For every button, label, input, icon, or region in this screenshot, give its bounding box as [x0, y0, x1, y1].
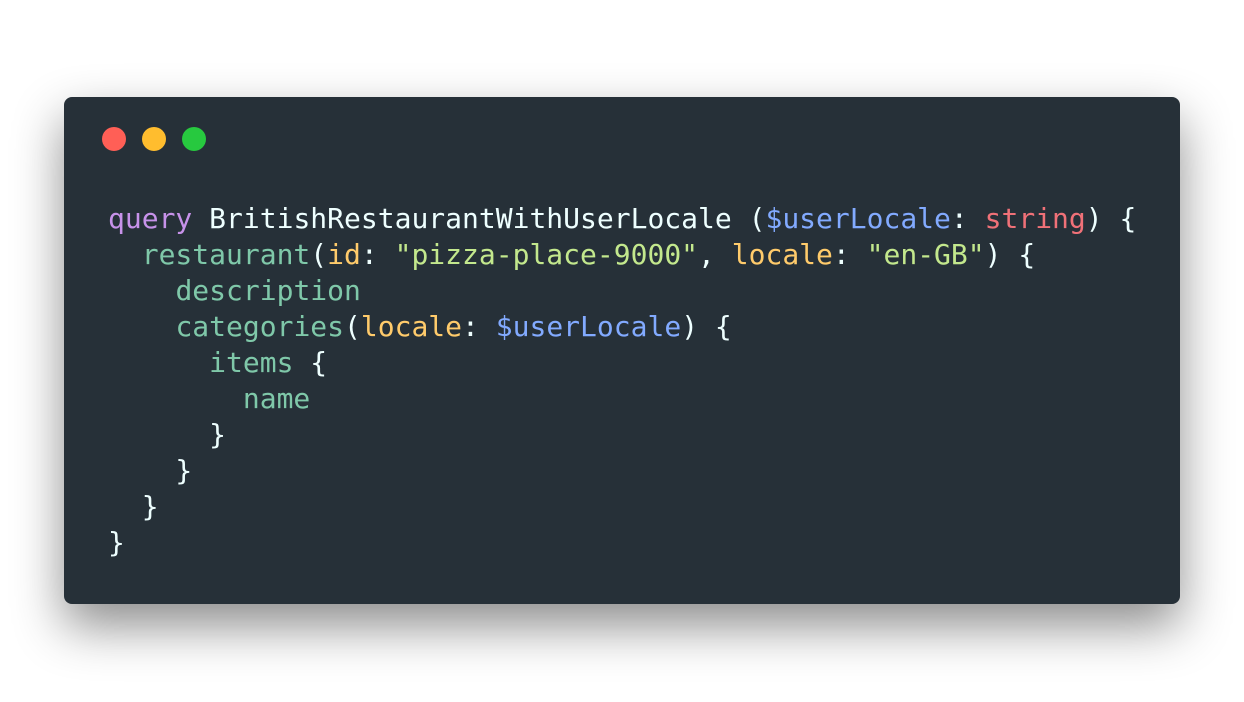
maximize-window-dot-icon[interactable] — [182, 127, 206, 151]
code-token-string: "pizza-place-9000" — [394, 238, 699, 271]
code-token-arg: locale — [360, 310, 463, 343]
code-block: query BritishRestaurantWithUserLocale ($… — [108, 201, 1136, 561]
code-line: restaurant(id: "pizza-place-9000", local… — [108, 237, 1136, 273]
code-token-punct: } — [108, 454, 193, 487]
code-token-keyword: query — [108, 202, 193, 235]
code-token-field: description — [175, 274, 361, 307]
code-token-punct: { — [293, 346, 328, 379]
code-token-punct: ( — [344, 310, 361, 343]
code-token-field: name — [242, 382, 311, 415]
code-line: query BritishRestaurantWithUserLocale ($… — [108, 201, 1136, 237]
code-token-punct: : — [832, 238, 867, 271]
minimize-window-dot-icon[interactable] — [142, 127, 166, 151]
code-line: categories(locale: $userLocale) { — [108, 309, 1136, 345]
code-line: } — [108, 489, 1136, 525]
code-token-punct — [108, 382, 243, 415]
code-line: } — [108, 453, 1136, 489]
code-token-punct — [108, 310, 175, 343]
code-token-punct: : — [462, 310, 496, 343]
code-token-arg: locale — [731, 238, 833, 271]
code-token-punct — [108, 274, 175, 307]
code-token-punct: : — [950, 202, 985, 235]
code-token-field: items — [209, 346, 294, 379]
code-token-variable: $userLocale — [495, 310, 682, 343]
code-line: } — [108, 525, 1136, 561]
code-line: } — [108, 417, 1136, 453]
code-token-variable: $userLocale — [765, 202, 951, 235]
code-token-name: BritishRestaurantWithUserLocale — [209, 202, 732, 235]
code-token-punct: } — [108, 490, 159, 523]
code-token-punct: ) { — [681, 310, 732, 343]
code-token-punct: ) { — [984, 238, 1036, 271]
code-token-punct: } — [108, 418, 227, 451]
code-token-punct: ( — [731, 202, 766, 235]
code-token-punct: ( — [310, 238, 328, 271]
code-token-punct — [108, 346, 209, 379]
code-token-field: restaurant — [141, 238, 311, 271]
code-line: items { — [108, 345, 1136, 381]
close-window-dot-icon[interactable] — [102, 127, 126, 151]
code-token-punct — [108, 238, 142, 271]
code-token-punct: , — [698, 238, 732, 271]
code-token-punct — [192, 202, 209, 235]
code-token-punct: } — [108, 526, 125, 559]
code-token-punct: ) { — [1085, 202, 1137, 235]
code-token-string: "en-GB" — [866, 238, 985, 271]
code-line: description — [108, 273, 1136, 309]
code-token-arg: id — [327, 238, 361, 271]
code-token-type: string — [984, 202, 1086, 235]
code-window: query BritishRestaurantWithUserLocale ($… — [64, 97, 1180, 604]
code-token-field: categories — [175, 310, 345, 343]
code-line: name — [108, 381, 1136, 417]
code-token-punct: : — [360, 238, 395, 271]
